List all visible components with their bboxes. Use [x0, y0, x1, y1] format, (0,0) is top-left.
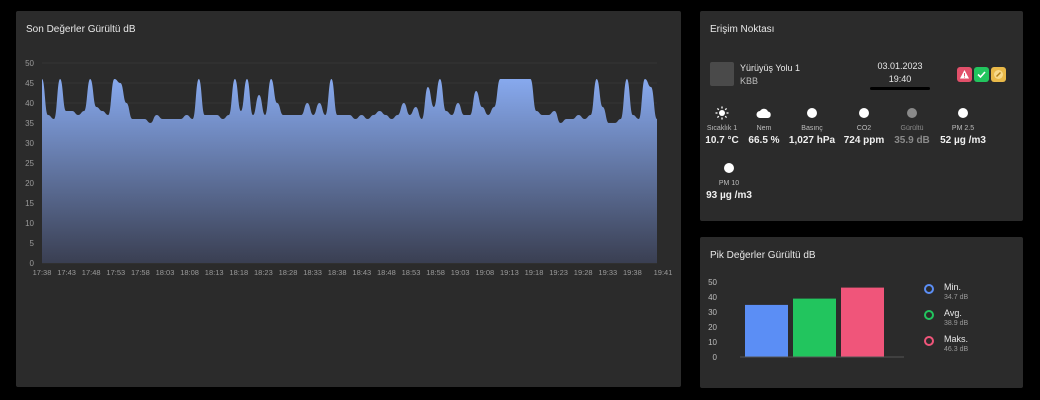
area-ytick-label: 45 — [25, 79, 34, 88]
area-xtick-label: 19:28 — [574, 268, 593, 277]
area-xtick-label: 19:33 — [598, 268, 617, 277]
area-xtick-label: 18:38 — [328, 268, 347, 277]
area-ytick-label: 20 — [25, 179, 34, 188]
dot-icon — [699, 161, 759, 175]
area-xtick-label: 18:43 — [352, 268, 371, 277]
reading-date: 03.01.2023 — [877, 61, 923, 71]
legend-min-marker — [924, 284, 934, 294]
area-xtick-label: 18:03 — [156, 268, 175, 277]
edit-icon[interactable] — [991, 67, 1006, 82]
warning-icon[interactable] — [957, 67, 972, 82]
metric-label: PM 10 — [718, 180, 740, 187]
peak-bar-chart: 0 10 20 30 40 50 — [708, 278, 904, 362]
metric-label: PM 2.5 — [951, 125, 975, 132]
area-ytick-label: 0 — [30, 259, 35, 268]
metric-pm25: PM 2.5 52 µg /m3 — [933, 106, 993, 146]
legend-avg-value: 38.9 dB — [944, 320, 969, 327]
bar-ytick-label: 30 — [708, 308, 717, 317]
area-ytick-label: 50 — [25, 59, 34, 68]
area-xtick-label: 19:03 — [451, 268, 470, 277]
noise-history-panel: Son Değerler Gürültü dB 0 5 10 15 20 25 30 35 40… — [16, 11, 681, 387]
metric-value: 1,027 hPa — [788, 135, 836, 146]
metric-value: 52 µg /m3 — [940, 135, 986, 146]
area-xtick-label: 17:43 — [57, 268, 76, 277]
area-ytick-label: 40 — [25, 99, 34, 108]
legend-min-value: 34.7 dB — [944, 294, 969, 301]
area-xtick-label: 18:48 — [377, 268, 396, 277]
area-xtick-label: 18:58 — [426, 268, 445, 277]
area-xtick-label: 19:13 — [500, 268, 519, 277]
legend-avg-marker — [924, 310, 934, 320]
area-xtick-label: 18:28 — [279, 268, 298, 277]
bar-ytick-label: 20 — [708, 323, 717, 332]
area-ytick-label: 30 — [25, 139, 34, 148]
area-xtick-label: 18:23 — [254, 268, 273, 277]
noise-area-chart: 0 5 10 15 20 25 30 35 40 45 50 17:38 17:43 17:48 17:5… — [25, 59, 673, 277]
area-xtick-label: 17:58 — [131, 268, 150, 277]
area-xtick-label: 18:18 — [229, 268, 248, 277]
area-xtick-label: 17:53 — [106, 268, 125, 277]
legend-max-label: Maks. — [944, 334, 969, 344]
legend-max-marker — [924, 336, 934, 346]
area-xtick-label: 19:23 — [549, 268, 568, 277]
bar-min[interactable] — [745, 304, 788, 357]
bar-ytick-label: 50 — [708, 278, 717, 287]
check-icon[interactable] — [974, 67, 989, 82]
metric-pm10: PM 10 93 µg /m3 — [699, 161, 759, 201]
area-xtick-label: 17:38 — [33, 268, 52, 277]
area-xtick-label: 17:48 — [82, 268, 101, 277]
metric-value: 93 µg /m3 — [706, 190, 752, 201]
area-ytick-label: 35 — [25, 119, 34, 128]
bar-ytick-label: 0 — [713, 353, 718, 362]
area-xtick-label: 18:53 — [402, 268, 421, 277]
station-name[interactable]: Yürüyüş Yolu 1 — [740, 63, 800, 73]
area-xtick-label: 18:08 — [180, 268, 199, 277]
dot-icon — [782, 106, 842, 120]
station-thumbnail[interactable] — [710, 62, 734, 86]
reading-time: 19:40 — [888, 74, 912, 84]
area-ytick-label: 5 — [30, 239, 35, 248]
noise-area-series — [42, 79, 657, 263]
access-point-panel: Erişim Noktası Yürüyüş Yolu 1 KBB 03.01.… — [700, 11, 1023, 221]
area-ytick-label: 10 — [25, 219, 34, 228]
area-ytick-label: 25 — [25, 159, 34, 168]
area-xtick-label: 19:08 — [475, 268, 494, 277]
metric-pressure: Basınç 1,027 hPa — [782, 106, 842, 146]
area-xtick-label: 18:33 — [303, 268, 322, 277]
bar-ytick-label: 10 — [708, 338, 717, 347]
area-xtick-label: 19:41 — [654, 268, 673, 277]
time-underline — [870, 87, 930, 90]
area-xtick-label: 18:13 — [205, 268, 224, 277]
bar-ytick-label: 40 — [708, 293, 717, 302]
area-xtick-label: 19:38 — [623, 268, 642, 277]
legend-max-value: 46.3 dB — [944, 346, 969, 353]
legend-avg-label: Avg. — [944, 308, 962, 318]
access-point-title: Erişim Noktası — [710, 24, 775, 35]
bar-max[interactable] — [841, 287, 884, 357]
dot-icon — [933, 106, 993, 120]
area-ytick-label: 15 — [25, 199, 34, 208]
station-subtitle: KBB — [740, 76, 759, 86]
area-xtick-label: 19:18 — [525, 268, 544, 277]
metric-label: Basınç — [801, 125, 823, 132]
bar-avg[interactable] — [793, 298, 836, 357]
peak-values-panel: Pik Değerler Gürültü dB 0 10 20 30 40 50 Min.… — [700, 237, 1023, 388]
legend-min-label: Min. — [944, 282, 962, 292]
